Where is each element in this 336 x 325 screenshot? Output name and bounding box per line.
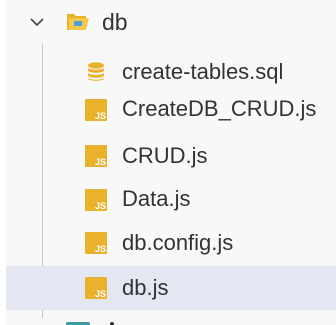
javascript-file-icon: JS (85, 232, 107, 254)
file-label: db.js (122, 275, 169, 300)
file-row-db-js[interactable]: JS db.js (6, 266, 336, 310)
file-label: CreateDB_CRUD.js (122, 96, 317, 121)
file-label: Data.js (122, 186, 191, 211)
file-label: CRUD.js (122, 143, 208, 168)
chevron-down-icon[interactable] (30, 15, 44, 29)
file-explorer-tree: db create-tables.sql JS CreateDB_CRUD.js… (6, 0, 336, 325)
database-icon (85, 61, 107, 83)
next-folder-row[interactable] (6, 318, 336, 325)
file-row-data-js[interactable]: JS Data.js (6, 178, 336, 222)
file-label: create-tables.sql (122, 59, 284, 84)
folder-open-icon (66, 11, 90, 31)
javascript-file-icon: JS (85, 189, 107, 211)
javascript-file-icon: JS (85, 277, 107, 299)
file-row-db-config-js[interactable]: JS db.config.js (6, 221, 336, 265)
file-label: db.config.js (122, 230, 234, 255)
javascript-file-icon: JS (85, 145, 107, 167)
javascript-file-icon: JS (85, 99, 107, 121)
file-row-createdb-crud-js[interactable]: JS CreateDB_CRUD.js (6, 88, 336, 132)
file-row-crud-js[interactable]: JS CRUD.js (6, 134, 336, 178)
folder-label: db (102, 9, 128, 35)
folder-row-db[interactable]: db (6, 0, 336, 44)
